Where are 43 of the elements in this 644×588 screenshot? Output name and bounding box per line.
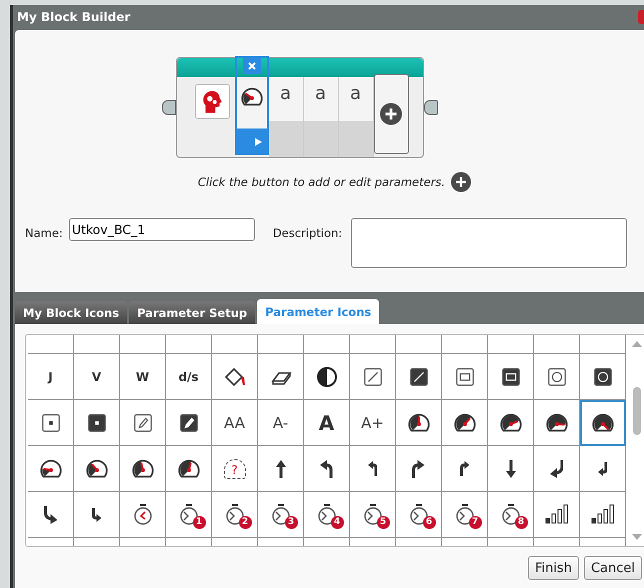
- icon-cell[interactable]: 7: [442, 492, 488, 538]
- parameter-label: a: [280, 83, 292, 104]
- icon-cell[interactable]: 8: [488, 492, 534, 538]
- parameter-slot[interactable]: a: [338, 77, 374, 157]
- name-field[interactable]: Utkov_BC_1: [68, 218, 255, 241]
- icon-cell[interactable]: 1: [166, 492, 212, 538]
- icon-cell[interactable]: AA: [212, 400, 258, 446]
- tab[interactable]: Parameter Setup: [129, 301, 256, 324]
- unit-label: V: [92, 370, 102, 384]
- unknown-gauge-icon: ?: [224, 458, 246, 479]
- icon-cell[interactable]: W: [120, 354, 166, 400]
- icon-cell[interactable]: 4: [304, 492, 350, 538]
- icon-cell[interactable]: 3: [258, 492, 304, 538]
- unit-label: W: [136, 370, 150, 384]
- dialog-button[interactable]: Finish: [528, 556, 579, 580]
- name-label: Name:: [25, 226, 63, 240]
- icon-cell[interactable]: 5: [350, 492, 396, 538]
- icon-cell[interactable]: J: [28, 354, 74, 400]
- icon-cell[interactable]: 6: [396, 492, 442, 538]
- icon-cell[interactable]: d/s: [166, 354, 212, 400]
- parameter-slot[interactable]: a: [268, 77, 304, 157]
- icon-cell[interactable]: 2: [212, 492, 258, 538]
- icon-cell[interactable]: A: [304, 400, 350, 446]
- icon-cell[interactable]: V: [74, 354, 120, 400]
- icon-cell[interactable]: A+: [350, 400, 396, 446]
- tab[interactable]: Parameter Icons: [257, 299, 380, 324]
- icon-cell[interactable]: A-: [258, 400, 304, 446]
- number-badge: 5: [376, 516, 390, 529]
- parameter-slot[interactable]: a: [304, 77, 338, 157]
- hint-text: Click the button to add or edit parameters.: [198, 175, 446, 189]
- unit-label: d/s: [178, 370, 199, 384]
- parameter-label: a: [350, 83, 362, 104]
- font-label: A: [318, 410, 334, 435]
- window-title: My Block Builder: [17, 10, 130, 24]
- font-label: AA: [224, 414, 245, 432]
- unit-label: J: [48, 370, 53, 384]
- font-label: A-: [272, 414, 288, 432]
- tab[interactable]: My Block Icons: [15, 301, 128, 324]
- font-label: A+: [361, 414, 384, 432]
- parameter-label: a: [314, 83, 326, 104]
- icon-cell[interactable]: ?: [212, 446, 258, 492]
- dialog-button[interactable]: Cancel: [584, 556, 642, 580]
- description-label: Description:: [272, 226, 342, 240]
